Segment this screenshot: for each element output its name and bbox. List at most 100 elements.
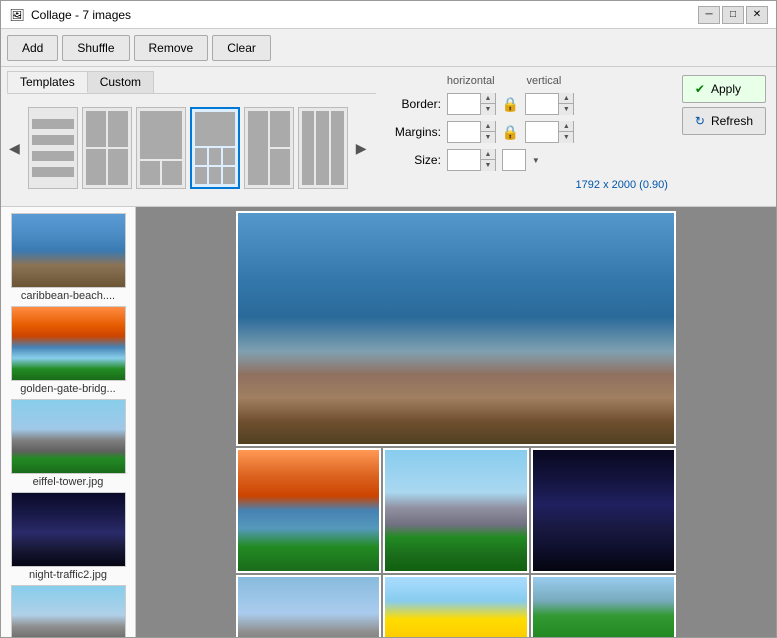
border-h-spinbox: 4 ▲ ▼ [447, 93, 496, 115]
shuffle-button[interactable]: Shuffle [62, 35, 129, 61]
thumbnail-4 [11, 585, 126, 637]
sidebar-item-2[interactable]: eiffel-tower.jpg [1, 397, 135, 490]
tab-custom[interactable]: Custom [87, 71, 154, 93]
color-dropdown-arrow[interactable]: ▼ [532, 156, 540, 165]
margins-v-input[interactable]: 4 [526, 122, 558, 142]
close-button[interactable]: ✕ [746, 6, 768, 24]
sidebar-item-4[interactable]: eiffel-tower2.jpg [1, 583, 135, 637]
hv-labels: horizontal vertical [447, 75, 668, 87]
template-item-2[interactable] [82, 107, 132, 189]
margins-v-down[interactable]: ▼ [559, 132, 573, 143]
minimize-button[interactable]: ─ [698, 6, 720, 24]
horizontal-label: horizontal [447, 75, 493, 87]
templates-grid [24, 98, 352, 198]
scroll-left-button[interactable]: ◀ [7, 140, 22, 157]
size-down[interactable]: ▼ [481, 160, 495, 171]
template-item-1[interactable] [28, 107, 78, 189]
thumb-img-1 [12, 307, 125, 380]
thumbnail-1 [11, 306, 126, 381]
canvas-area[interactable] [136, 207, 776, 637]
app-icon: 🖼 [9, 7, 25, 23]
collage-cell-karst [531, 575, 676, 637]
border-h-spinner: ▲ ▼ [480, 93, 495, 115]
sidebar-item-1[interactable]: golden-gate-bridg... [1, 304, 135, 397]
collage-cell-sunflower [383, 575, 528, 637]
controls-area: Templates Custom ◀ [1, 67, 776, 207]
margins-lock-icon[interactable]: 🔒 [502, 124, 519, 141]
title-bar: 🖼 Collage - 7 images ─ □ ✕ [1, 1, 776, 29]
collage-cell-eiffel [383, 448, 528, 573]
refresh-icon: ↻ [695, 114, 705, 128]
collage-row-1 [236, 448, 676, 573]
refresh-label: Refresh [711, 114, 753, 128]
color-swatch[interactable] [502, 149, 526, 171]
window-controls: ─ □ ✕ [698, 6, 768, 24]
collage-cell-bridge [236, 448, 381, 573]
margins-h-spinbox: 4 ▲ ▼ [447, 121, 496, 143]
border-v-spinbox: 4 ▲ ▼ [525, 93, 574, 115]
apply-label: Apply [711, 82, 741, 96]
border-v-input[interactable]: 4 [526, 94, 558, 114]
vertical-label: vertical [521, 75, 567, 87]
margins-v-spinner: ▲ ▼ [558, 121, 573, 143]
collage-row-2 [236, 575, 676, 637]
border-v-up[interactable]: ▲ [559, 93, 573, 104]
size-row: Size: 2000 ▲ ▼ ▼ [386, 149, 668, 171]
border-label: Border: [386, 97, 441, 111]
border-v-down[interactable]: ▼ [559, 104, 573, 115]
border-h-up[interactable]: ▲ [481, 93, 495, 104]
refresh-button[interactable]: ↻ Refresh [682, 107, 766, 135]
img-label-1: golden-gate-bridg... [20, 383, 115, 395]
margins-v-up[interactable]: ▲ [559, 121, 573, 132]
apply-button[interactable]: ✔ Apply [682, 75, 766, 103]
border-v-spinner: ▲ ▼ [558, 93, 573, 115]
template-item-4[interactable] [190, 107, 240, 189]
border-lock-icon[interactable]: 🔒 [502, 96, 519, 113]
margins-h-up[interactable]: ▲ [481, 121, 495, 132]
clear-button[interactable]: Clear [212, 35, 271, 61]
maximize-button[interactable]: □ [722, 6, 744, 24]
sidebar-item-0[interactable]: caribbean-beach.... [1, 211, 135, 304]
margins-h-input[interactable]: 4 [448, 122, 480, 142]
size-spinner: ▲ ▼ [480, 149, 495, 171]
thumb-img-3 [12, 493, 125, 566]
template-item-3[interactable] [136, 107, 186, 189]
thumb-img-0 [12, 214, 125, 287]
margins-v-spinbox: 4 ▲ ▼ [525, 121, 574, 143]
image-sidebar: caribbean-beach.... golden-gate-bridg...… [1, 207, 136, 637]
size-label: Size: [386, 153, 441, 167]
thumbnail-3 [11, 492, 126, 567]
template-item-5[interactable] [244, 107, 294, 189]
collage-cell-eiffel2 [236, 575, 381, 637]
right-controls: horizontal vertical Border: 4 ▲ ▼ 🔒 4 [382, 71, 672, 195]
sidebar-item-3[interactable]: night-traffic2.jpg [1, 490, 135, 583]
remove-button[interactable]: Remove [134, 35, 209, 61]
main-window: 🖼 Collage - 7 images ─ □ ✕ Add Shuffle R… [0, 0, 777, 638]
img-label-3: night-traffic2.jpg [29, 569, 107, 581]
apply-icon: ✔ [695, 82, 705, 96]
scroll-right-button[interactable]: ▶ [354, 140, 369, 157]
collage-top-image [236, 211, 676, 446]
template-item-6[interactable] [298, 107, 348, 189]
margins-label: Margins: [386, 125, 441, 139]
border-h-input[interactable]: 4 [448, 94, 480, 114]
border-h-down[interactable]: ▼ [481, 104, 495, 115]
thumbnail-2 [11, 399, 126, 474]
add-button[interactable]: Add [7, 35, 58, 61]
content-area: caribbean-beach.... golden-gate-bridg...… [1, 207, 776, 637]
thumb-img-4 [12, 586, 125, 637]
margins-h-spinner: ▲ ▼ [480, 121, 495, 143]
template-panel: Templates Custom ◀ [7, 71, 376, 198]
main-toolbar: Add Shuffle Remove Clear [1, 29, 776, 67]
margins-h-down[interactable]: ▼ [481, 132, 495, 143]
size-input[interactable]: 2000 [448, 150, 480, 170]
size-info: 1792 x 2000 (0.90) [386, 179, 668, 191]
margins-row: Margins: 4 ▲ ▼ 🔒 4 ▲ ▼ [386, 121, 668, 143]
window-title: Collage - 7 images [31, 8, 698, 22]
collage-preview [236, 211, 676, 637]
size-up[interactable]: ▲ [481, 149, 495, 160]
img-label-2: eiffel-tower.jpg [33, 476, 104, 488]
img-label-0: caribbean-beach.... [21, 290, 115, 302]
tab-templates[interactable]: Templates [7, 71, 88, 93]
border-row: Border: 4 ▲ ▼ 🔒 4 ▲ ▼ [386, 93, 668, 115]
